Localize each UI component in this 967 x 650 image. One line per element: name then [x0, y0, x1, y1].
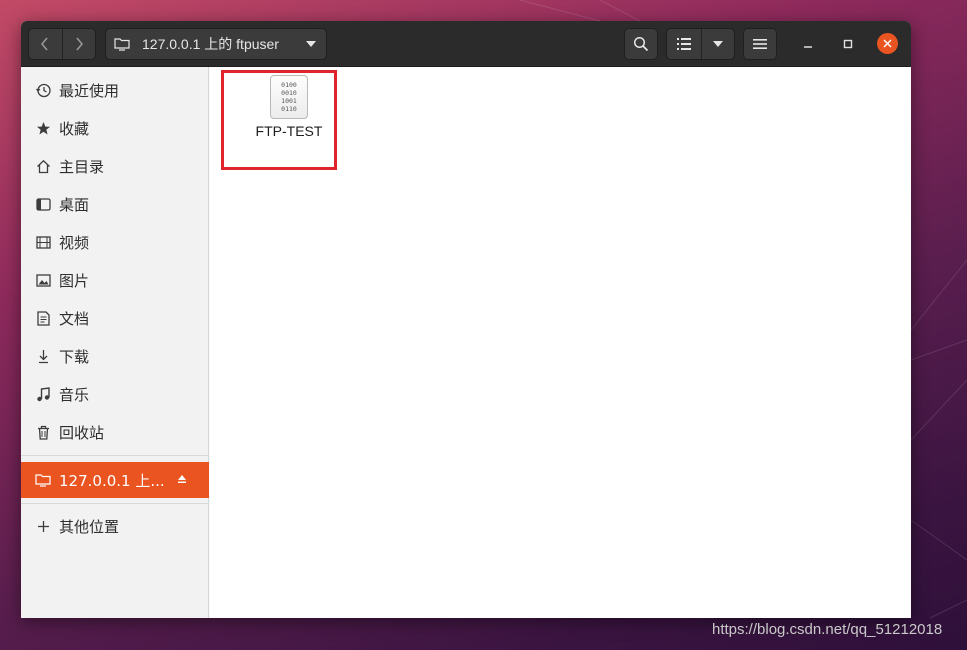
navigation-buttons — [28, 28, 96, 60]
sidebar-item-recent[interactable]: 最近使用 — [21, 72, 209, 108]
sidebar-item-home[interactable]: 主目录 — [21, 148, 209, 184]
sidebar-item-label: 桌面 — [59, 195, 90, 214]
sidebar-item-label: 音乐 — [59, 385, 90, 404]
list-view-button[interactable] — [667, 29, 701, 59]
home-icon — [35, 158, 51, 174]
places-sidebar: 最近使用 收藏 主目录 桌面 视频 图片 文档 下载 音乐 回收站 127.0.… — [21, 67, 209, 618]
star-icon — [35, 120, 51, 136]
sidebar-item-other-locations[interactable]: 其他位置 — [21, 508, 209, 544]
chevron-down-icon — [712, 41, 723, 47]
trash-icon — [35, 424, 51, 440]
close-button[interactable] — [877, 33, 898, 54]
image-icon — [35, 272, 51, 288]
headerbar: 127.0.0.1 上的 ftpuser — [21, 21, 911, 67]
download-icon — [35, 348, 51, 364]
watermark: https://blog.csdn.net/qq_51212018 — [712, 621, 943, 638]
sidebar-item-trash[interactable]: 回收站 — [21, 414, 209, 450]
sidebar-item-label: 127.0.0.1 上... — [59, 471, 165, 490]
chevron-left-icon — [41, 37, 49, 51]
sidebar-item-label: 回收站 — [59, 423, 105, 442]
view-options-dropdown[interactable] — [700, 29, 735, 59]
minimize-button[interactable] — [797, 33, 819, 55]
search-icon — [633, 36, 649, 52]
minimize-icon — [804, 46, 812, 48]
search-button[interactable] — [624, 28, 658, 60]
remote-folder-icon — [35, 472, 51, 488]
view-options-group — [666, 28, 735, 60]
sidebar-item-label: 下载 — [59, 347, 90, 366]
chevron-down-icon — [306, 41, 316, 47]
chevron-right-icon — [76, 37, 83, 51]
forward-button[interactable] — [61, 29, 95, 59]
sidebar-separator — [21, 455, 209, 456]
sidebar-item-label: 图片 — [59, 271, 90, 290]
eject-icon — [178, 475, 186, 483]
music-icon — [35, 386, 51, 402]
sidebar-item-videos[interactable]: 视频 — [21, 224, 209, 260]
sidebar-separator — [21, 503, 209, 504]
maximize-button[interactable] — [837, 33, 859, 55]
close-icon — [883, 39, 892, 48]
sidebar-item-desktop[interactable]: 桌面 — [21, 186, 209, 222]
hamburger-menu-icon — [753, 39, 767, 49]
sidebar-item-documents[interactable]: 文档 — [21, 300, 209, 336]
sidebar-item-label: 其他位置 — [59, 517, 120, 536]
sidebar-item-label: 主目录 — [59, 157, 105, 176]
maximize-icon — [843, 39, 853, 49]
document-icon — [35, 310, 51, 326]
annotation-highlight-box — [221, 70, 337, 170]
location-label: 127.0.0.1 上的 ftpuser — [142, 36, 279, 52]
desktop-icon — [35, 196, 51, 212]
sidebar-item-label: 收藏 — [59, 119, 90, 138]
remote-folder-icon — [114, 38, 130, 51]
clock-icon — [35, 82, 51, 98]
sidebar-item-music[interactable]: 音乐 — [21, 376, 209, 412]
menu-button[interactable] — [743, 28, 777, 60]
file-manager-window: 127.0.0.1 上的 ftpuser 最近使用 收藏 主目录 桌面 视频 图… — [21, 21, 911, 618]
location-path-button[interactable]: 127.0.0.1 上的 ftpuser — [105, 28, 327, 60]
list-view-icon — [676, 38, 691, 50]
back-button[interactable] — [29, 29, 62, 59]
film-icon — [35, 234, 51, 250]
plus-icon — [35, 518, 51, 534]
sidebar-item-pictures[interactable]: 图片 — [21, 262, 209, 298]
sidebar-item-downloads[interactable]: 下载 — [21, 338, 209, 374]
sidebar-item-label: 文档 — [59, 309, 90, 328]
sidebar-item-label: 最近使用 — [59, 81, 120, 100]
sidebar-item-label: 视频 — [59, 233, 90, 252]
sidebar-item-ftp-mount[interactable]: 127.0.0.1 上... — [21, 462, 209, 498]
sidebar-item-starred[interactable]: 收藏 — [21, 110, 209, 146]
eject-button[interactable] — [177, 474, 187, 487]
